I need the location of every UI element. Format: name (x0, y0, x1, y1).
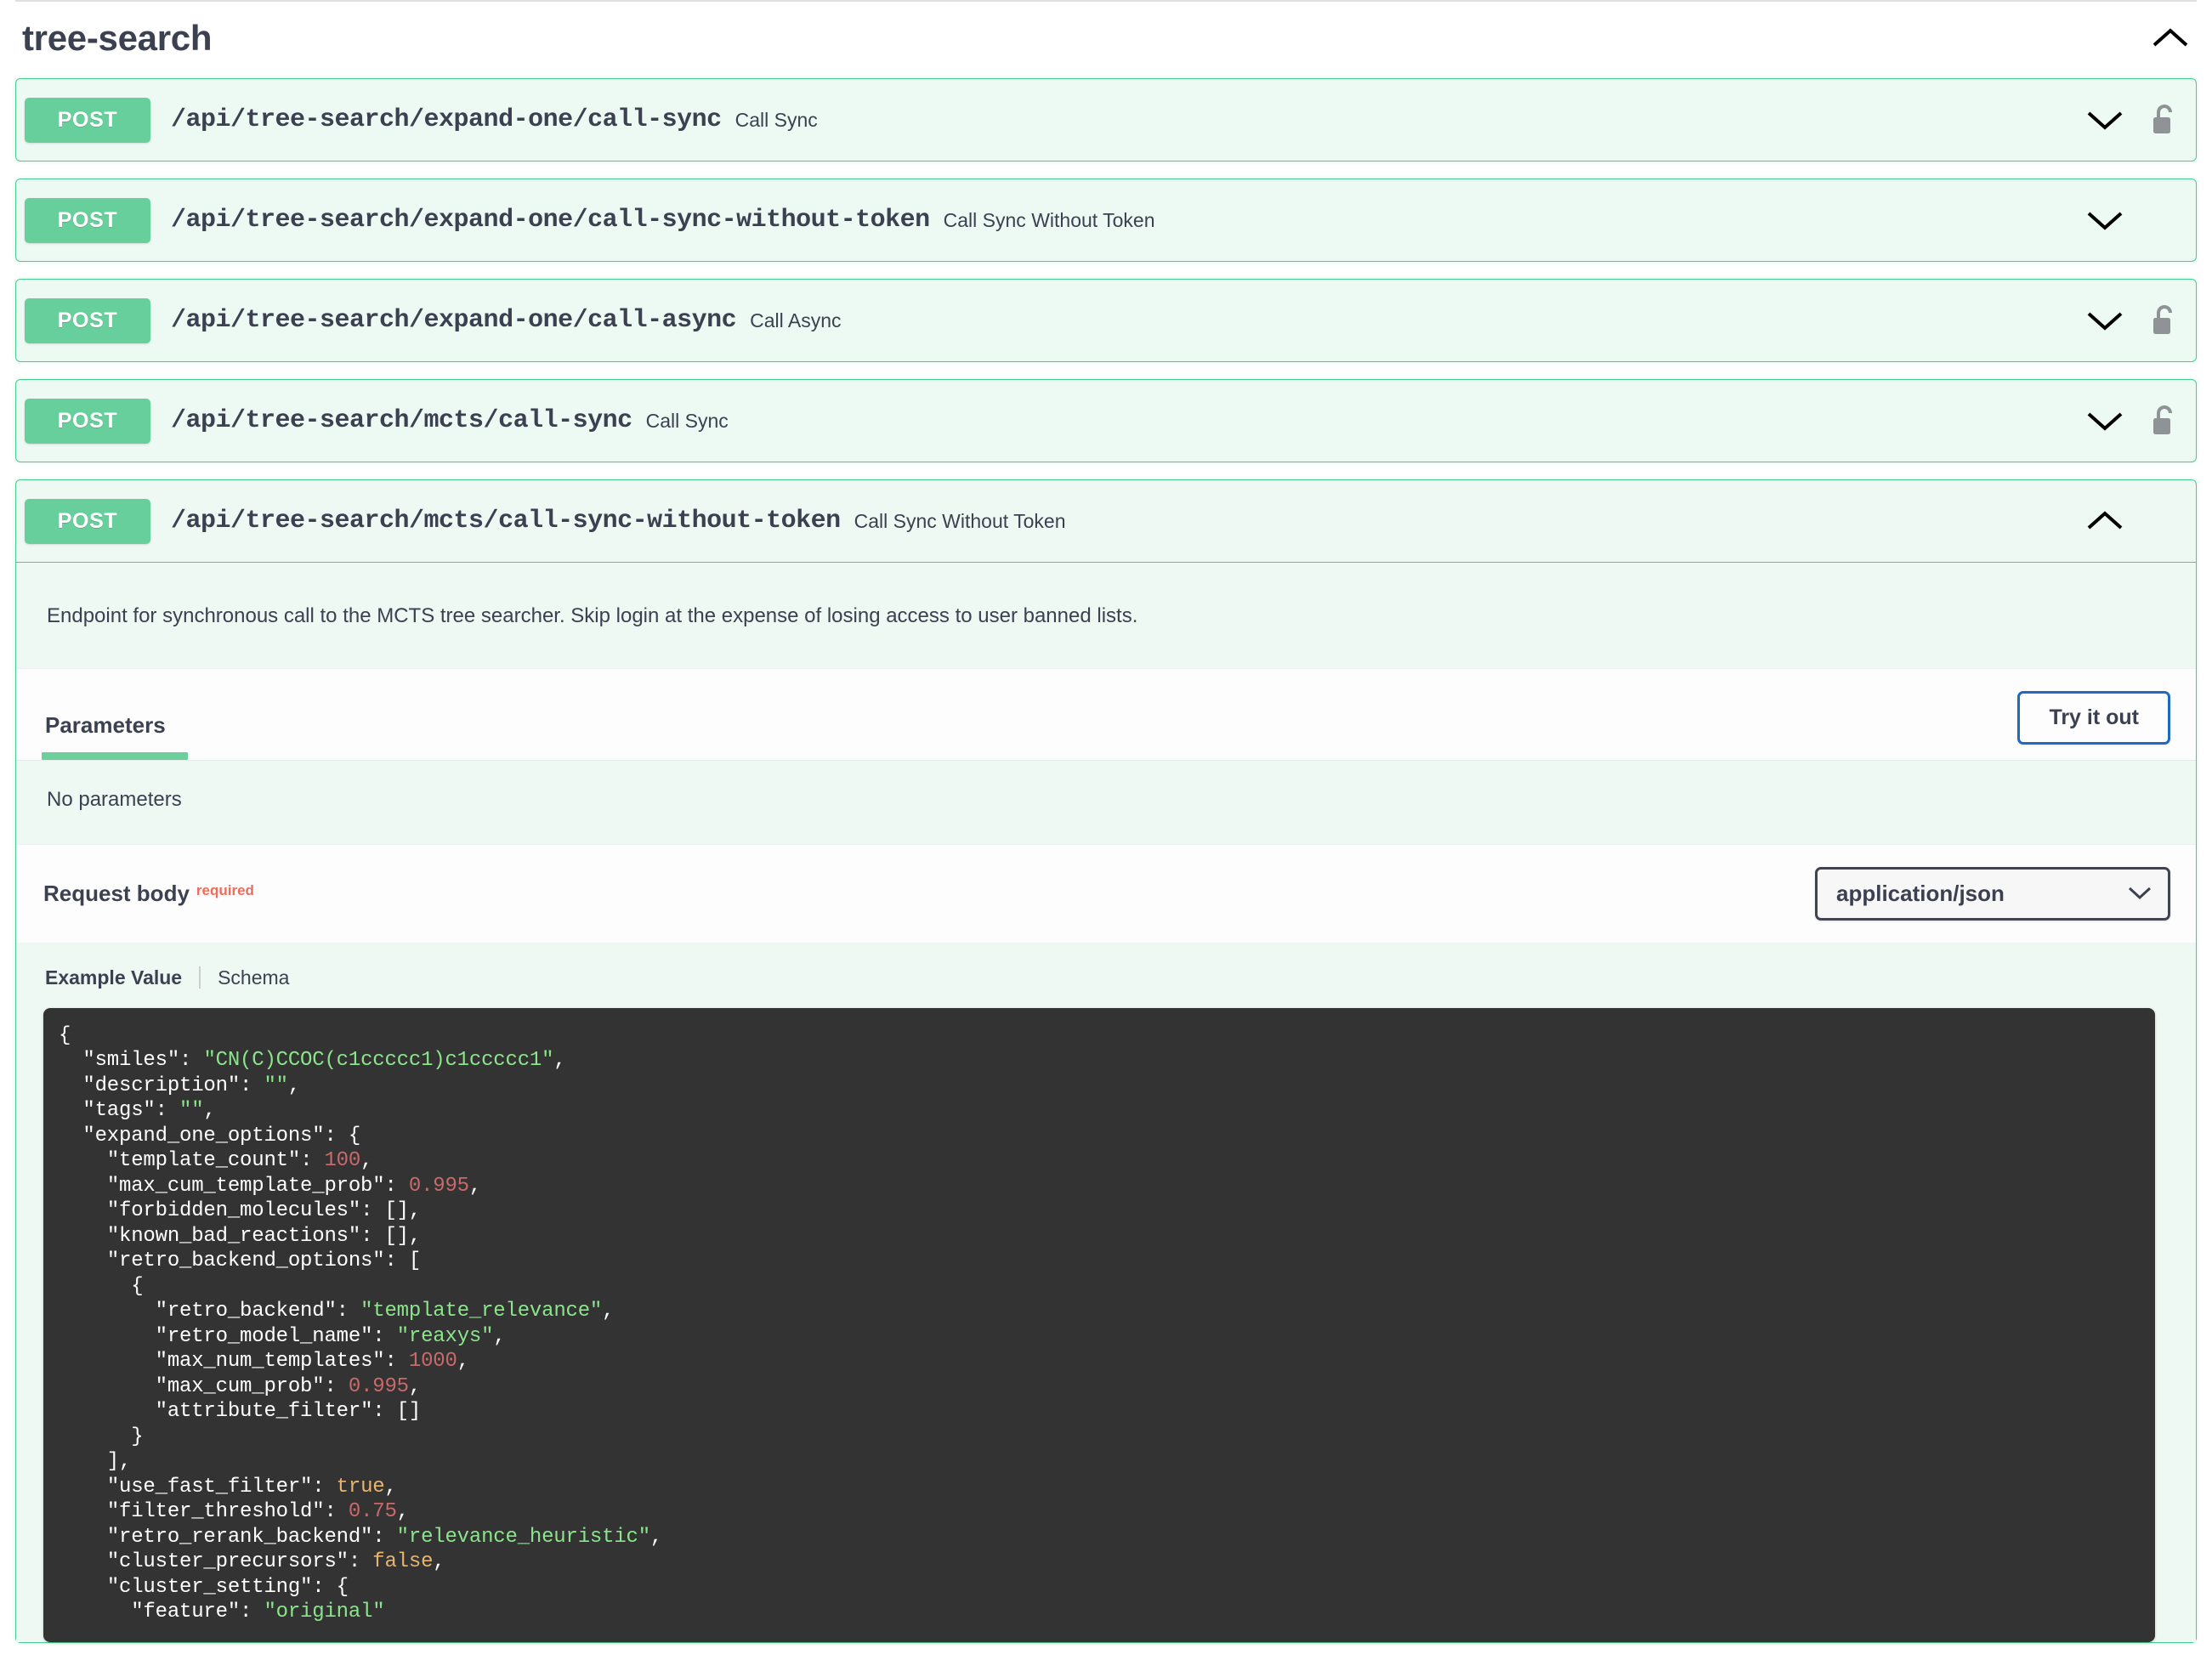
http-method-badge: POST (25, 297, 150, 343)
request-body-label-group: Request body required (43, 881, 254, 907)
active-tab-underline (42, 751, 188, 760)
operation-summary[interactable]: POST/api/tree-search/mcts/call-sync Call … (16, 380, 2196, 462)
tab-divider (199, 966, 201, 989)
operation-block-4: POST/api/tree-search/mcts/call-sync-with… (15, 479, 2197, 1643)
code-area: { "smiles": "CN(C)CCOC(c1ccccc1)c1ccccc1… (16, 1007, 2196, 1642)
operation-path: /api/tree-search/expand-one/call-sync-wi… (171, 206, 930, 235)
chevron-down-icon[interactable] (2085, 208, 2124, 232)
chevron-down-icon[interactable] (2085, 409, 2124, 433)
parameters-tab-label: Parameters (45, 711, 166, 738)
operation-summary-text: Call Sync (645, 409, 729, 432)
tab-example-value[interactable]: Example Value (43, 966, 184, 989)
operation-block-0: POST/api/tree-search/expand-one/call-syn… (15, 78, 2197, 161)
http-method-badge: POST (25, 97, 150, 143)
operation-block-2: POST/api/tree-search/expand-one/call-asy… (15, 279, 2197, 362)
parameters-section-header: Parameters Try it out (16, 667, 2196, 760)
unlocked-padlock-icon[interactable] (2147, 405, 2182, 437)
parameters-tab[interactable]: Parameters (42, 712, 188, 760)
operation-path: /api/tree-search/mcts/call-sync-without-… (171, 507, 841, 535)
example-code-text: { "smiles": "CN(C)CCOC(c1ccccc1)c1ccccc1… (59, 1023, 663, 1624)
content-type-value: application/json (1836, 880, 2005, 906)
try-it-out-button[interactable]: Try it out (2017, 690, 2170, 745)
operation-summary[interactable]: POST/api/tree-search/expand-one/call-syn… (16, 179, 2196, 261)
operation-summary-text: Call Sync Without Token (943, 208, 1155, 231)
operation-path: /api/tree-search/expand-one/call-async (171, 306, 737, 335)
operation-summary[interactable]: POST/api/tree-search/mcts/call-sync-with… (16, 480, 2196, 562)
content-type-select[interactable]: application/json (1815, 866, 2170, 921)
example-code-block[interactable]: { "smiles": "CN(C)CCOC(c1ccccc1)c1ccccc1… (43, 1007, 2155, 1642)
operation-path: /api/tree-search/mcts/call-sync (171, 406, 632, 435)
chevron-up-icon[interactable] (2085, 509, 2124, 533)
http-method-badge: POST (25, 398, 150, 444)
http-method-badge: POST (25, 498, 150, 544)
operation-summary-text: Call Sync (734, 108, 818, 131)
unlocked-padlock-icon[interactable] (2147, 304, 2182, 337)
page-title: tree-search (22, 18, 213, 58)
code-wrap: { "smiles": "CN(C)CCOC(c1ccccc1)c1ccccc1… (16, 1007, 2196, 1642)
tag-section-tree-search: tree-search POST/api/tree-search/expand-… (0, 0, 2212, 1643)
operation-path: /api/tree-search/expand-one/call-sync (171, 105, 722, 134)
example-tabs: Example Value Schema (43, 966, 2170, 1008)
operation-summary-text: Call Async (750, 309, 842, 331)
chevron-down-icon[interactable] (2085, 309, 2124, 332)
no-parameters-text: No parameters (16, 759, 2196, 844)
example-area: Example Value Schema (16, 942, 2196, 1008)
chevron-down-icon (2127, 881, 2152, 907)
request-body-header: Request body required application/json (16, 843, 2196, 943)
http-method-badge: POST (25, 197, 150, 243)
operation-block-3: POST/api/tree-search/mcts/call-sync Call … (15, 379, 2197, 462)
chevron-down-icon[interactable] (2085, 108, 2124, 132)
swagger-ui-page: tree-search POST/api/tree-search/expand-… (0, 0, 2212, 1660)
operation-summary[interactable]: POST/api/tree-search/expand-one/call-asy… (16, 280, 2196, 361)
operation-summary-text: Call Sync Without Token (854, 509, 1066, 532)
operation-block-1: POST/api/tree-search/expand-one/call-syn… (15, 178, 2197, 262)
required-badge: required (196, 882, 254, 899)
chevron-up-icon[interactable] (2151, 26, 2190, 50)
operations-list: POST/api/tree-search/expand-one/call-syn… (15, 78, 2197, 1643)
tab-schema[interactable]: Schema (216, 966, 291, 989)
operation-body: Endpoint for synchronous call to the MCT… (16, 562, 2196, 1642)
operation-summary[interactable]: POST/api/tree-search/expand-one/call-syn… (16, 79, 2196, 161)
operation-description: Endpoint for synchronous call to the MCT… (47, 604, 1138, 627)
unlocked-padlock-icon[interactable] (2147, 104, 2182, 136)
request-body-label: Request body (43, 880, 190, 906)
tag-header[interactable]: tree-search (15, 0, 2197, 78)
